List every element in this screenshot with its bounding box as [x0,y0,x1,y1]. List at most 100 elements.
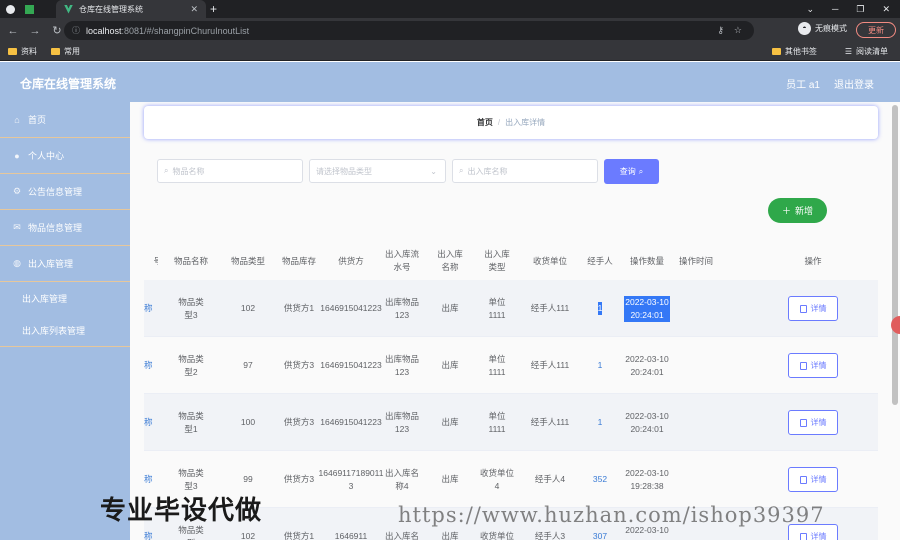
cell-supplier: 供货方3 [272,337,326,394]
cell-text: 收货单位4 [480,467,515,491]
profile-indicator[interactable]: ◓ 无痕模式 [798,22,847,35]
sidebar-item-home[interactable]: ⌂ 首页 [0,102,130,138]
bookmark-label: 资料 [21,47,37,56]
sidebar-item-profile[interactable]: ● 个人中心 [0,138,130,174]
cell-text: 1646915041223 [320,303,382,313]
cell-text: 352 [592,474,608,484]
sidebar-item-notices[interactable]: ⚙ 公告信息管理 [0,174,130,210]
forward-icon[interactable]: → [26,25,44,37]
bookmarks-bar: 资料 常用 其他书签 ☰ 阅读清单 [0,43,900,61]
vue-logo-icon [64,4,73,14]
address-bar[interactable]: ⓘ localhost :8081/#/shangpinChuruInoutLi… [64,21,754,40]
col-header-actions: 操作 [804,255,822,266]
restore-icon[interactable]: ❐ [856,4,864,15]
cell-text: 2022-03-10 20:24:01 [624,295,670,322]
detail-button[interactable]: 详情 [788,296,838,321]
new-tab-icon[interactable]: + [210,2,217,16]
detail-button[interactable]: 详情 [788,353,838,378]
cell-time: 2022-03-10 20:24:01 [622,280,672,337]
chevron-down-icon[interactable]: ⌄ [806,4,814,15]
col-header-qty: 操作数量 [629,255,664,266]
cell-type: 物品类型2 [158,337,224,394]
detail-label: 详情 [810,475,827,484]
bookmark-folder-0[interactable]: 资料 [8,46,37,57]
minimize-icon[interactable]: ─ [832,4,838,14]
col-header-inout-name: 出入库名称 [437,249,463,272]
key-icon[interactable]: ⚷ [717,25,724,36]
cell-stock: 97 [224,337,272,394]
close-window-icon[interactable]: ✕ [882,4,890,15]
cell-type: 物品类型1 [158,394,224,451]
sidebar-subitem-inout-manage[interactable]: 出入库管理 [0,282,130,314]
cell-text: 供货方1 [283,303,315,313]
reading-list[interactable]: ☰ 阅读清单 [845,46,888,57]
cell-text: 出库 [441,531,459,540]
cell-supplier: 供货方1 [272,280,326,337]
goods-name-placeholder: 物品名称 [172,166,205,176]
cell-time: 2022-03-10 20:24:01 [622,337,672,394]
breadcrumb-home[interactable]: 首页 [477,117,493,128]
goods-type-select[interactable]: 请选择物品类型 ⌄ [309,159,446,183]
other-bookmarks[interactable]: 其他书签 [771,46,817,57]
inout-name-input[interactable]: ⌕ 出入库名称 [452,159,598,183]
cell-text: 102 [240,531,256,540]
sidebar-subitem-inout-list[interactable]: 出入库列表管理 [0,314,130,346]
query-button[interactable]: 查询 ⌕ [604,159,659,184]
cell-actions: 详情 [720,280,900,337]
mail-icon: ✉ [13,222,21,232]
document-icon [799,418,807,427]
cell-stock: 100 [224,394,272,451]
breadcrumb-current: 出入库详情 [505,118,546,127]
goods-type-placeholder: 请选择物品类型 [316,166,372,176]
add-button[interactable]: ＋ 新增 [768,198,827,223]
close-icon[interactable]: ✕ [190,4,198,15]
cell-text: 物品类型2 [178,353,204,377]
cell-text: 出入库名称4 [384,467,419,491]
cell-text: 收货单位 [480,531,515,540]
info-icon[interactable]: ⓘ [72,25,80,36]
detail-label: 详情 [810,304,827,313]
sidebar-item-label: 出入库管理 [28,259,74,269]
bookmark-folder-1[interactable]: 常用 [51,46,80,57]
star-icon[interactable]: ☆ [734,25,742,36]
sidebar-item-inout[interactable]: ◍ 出入库管理 [0,246,130,282]
detail-label: 详情 [810,532,827,540]
cell-time: 2022-03-10 19:28:38 [622,451,672,508]
cell-text: 307 [592,531,608,540]
detail-button[interactable]: 详情 [788,410,838,435]
cell-text: 经手人111 [530,303,570,313]
incognito-icon: ◓ [798,22,811,35]
sidebar-item-goods[interactable]: ✉ 物品信息管理 [0,210,130,246]
update-button[interactable]: 更新 [856,22,896,38]
window-controls: ⌄ ─ ❐ ✕ [806,0,900,18]
cell-name: 称 [144,337,158,394]
back-icon[interactable]: ← [4,25,22,37]
plus-icon: ＋ [781,206,791,216]
cell-time: 2022-03-10 20:24:01 [622,394,672,451]
col-header-unit: 收货单位 [532,255,567,266]
cell-handler: 经手人111 [522,337,578,394]
cell-actions: 详情 [720,337,900,394]
goods-name-input[interactable]: ⌕ 物品名称 [157,159,303,183]
cell-text: 单位1111 [488,353,506,377]
cell-text: 出库物品123 [384,296,419,320]
col-header-serial: 出入库流水号 [384,249,419,272]
cell-unit: 单位1111 [472,394,522,451]
col-header-index: 号 [153,255,158,266]
cell-text: 经手人3 [534,531,566,540]
page-scrollbar[interactable] [892,105,898,405]
inactive-tabs[interactable] [0,0,52,18]
logout-link[interactable]: 退出登录 [834,76,874,91]
cell-text: 99 [243,474,253,484]
cell-serial: 1646915041223 [320,337,381,394]
cell-text: 经手人4 [534,474,566,484]
folder-icon [8,48,17,55]
col-header-inout-type: 出入库类型 [484,249,510,272]
cell-text: 称 [144,360,153,370]
app-title: 仓库在线管理系统 [20,77,117,91]
detail-label: 详情 [810,418,827,427]
table-row: 称 物品类型1 100 供货方3 1646915041223 出库物品123 出库 单位111… [144,394,878,451]
detail-button[interactable]: 详情 [788,467,838,492]
browser-tab-active[interactable]: 仓库在线管理系统 ✕ [56,0,206,18]
search-icon: ⌕ [459,166,464,175]
